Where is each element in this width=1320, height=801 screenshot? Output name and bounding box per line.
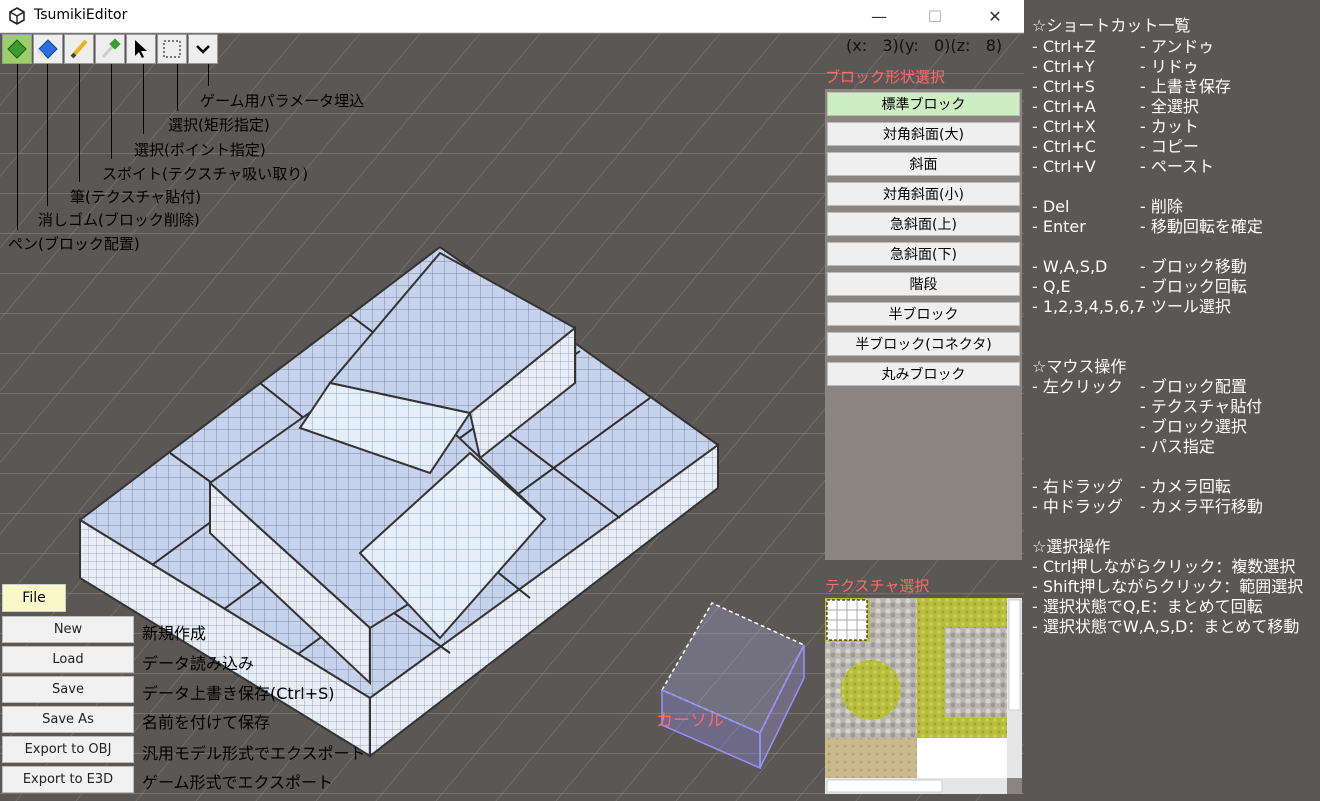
leader-line — [177, 64, 178, 111]
texture-palette[interactable] — [825, 598, 1022, 794]
shape-panel: 標準ブロック 対角斜面(大) 斜面 対角斜面(小) 急斜面(上) 急斜面(下) … — [825, 89, 1022, 560]
leader-line — [17, 64, 18, 230]
shortcut-desc: - ペースト — [1140, 157, 1215, 176]
cursor-label: カーソル — [656, 711, 724, 731]
shape-panel-title: ブロック形状選択 — [825, 68, 946, 86]
shortcut-desc: - ツール選択 — [1140, 297, 1231, 316]
leader-line — [47, 64, 48, 206]
callout-pen: ペン(ブロック配置) — [8, 235, 140, 253]
unity-icon — [9, 7, 25, 25]
brush-tool-button[interactable] — [64, 34, 94, 64]
shape-button-diagonal-small[interactable]: 対角斜面(小) — [827, 182, 1020, 206]
rect-select-tool-button[interactable] — [157, 34, 187, 64]
shortcut-desc: - 移動回転を確定 — [1140, 217, 1263, 236]
window-title: TsumikiEditor — [34, 7, 128, 23]
mouse-row: - パス指定 — [1032, 433, 1215, 457]
save-desc: データ上書き保存(Ctrl+S) — [142, 684, 335, 703]
shape-button-half-connector[interactable]: 半ブロック(コネクタ) — [827, 332, 1020, 356]
shape-button-stairs[interactable]: 階段 — [827, 272, 1020, 296]
callout-rect-select: 選択(矩形指定) — [168, 116, 270, 134]
shortcut-row: - Enter - 移動回転を確定 — [1032, 213, 1263, 237]
export-obj-button[interactable]: Export to OBJ — [2, 736, 134, 763]
chevron-down-icon — [196, 45, 210, 54]
shape-button-half[interactable]: 半ブロック — [827, 302, 1020, 326]
pen-icon — [7, 39, 27, 59]
leader-line — [143, 64, 144, 134]
export-e3d-button[interactable]: Export to E3D — [2, 766, 134, 793]
eyedropper-tool-button[interactable] — [95, 34, 125, 64]
mouse-key: - 中ドラッグ — [1032, 497, 1123, 516]
callout-eraser: 消しゴム(ブロック削除) — [38, 211, 200, 229]
callout-game-params: ゲーム用パラメータ埋込 — [200, 92, 365, 110]
pen-tool-button[interactable] — [2, 34, 32, 64]
minimize-button[interactable]: — — [856, 0, 902, 32]
texture-panel-title: テクスチャ選択 — [825, 577, 930, 595]
new-button[interactable]: New — [2, 616, 134, 643]
shortcut-key: - Enter — [1032, 217, 1086, 236]
callout-eyedropper: スポイト(テクスチャ吸い取り) — [102, 165, 309, 183]
shortcut-row: - Ctrl+V - ペースト — [1032, 153, 1214, 177]
coordinate-readout: (x: 3)(y: 0)(z: 8) — [846, 36, 1003, 55]
rect-select-icon — [163, 40, 181, 58]
texture-panel — [825, 598, 1022, 794]
load-desc: データ読み込み — [142, 654, 255, 673]
eyedropper-icon — [101, 38, 121, 59]
leader-line — [79, 64, 80, 182]
shape-button-steep-upper[interactable]: 急斜面(上) — [827, 212, 1020, 236]
pointer-tool-button[interactable] — [126, 34, 156, 64]
shortcut-row: - 1,2,3,4,5,6,7- ツール選択 — [1032, 293, 1231, 317]
shape-button-standard[interactable]: 標準ブロック — [827, 92, 1020, 116]
file-button[interactable]: File — [2, 584, 66, 612]
eraser-tool-button[interactable] — [33, 34, 63, 64]
callout-brush: 筆(テクスチャ貼付) — [70, 188, 202, 206]
game-params-button[interactable] — [188, 34, 218, 64]
save-as-button[interactable]: Save As — [2, 706, 134, 733]
shortcut-key: - Ctrl+V — [1032, 157, 1096, 176]
export-e3d-desc: ゲーム形式でエクスポート — [142, 773, 334, 792]
shortcut-key: - 1,2,3,4,5,6,7 — [1032, 297, 1145, 316]
eraser-icon — [37, 39, 58, 59]
texture-stone-tile[interactable] — [945, 628, 1007, 718]
shape-button-rounded[interactable]: 丸みブロック — [827, 362, 1020, 386]
close-button[interactable]: ✕ — [972, 0, 1018, 32]
mouse-row: - 中ドラッグ - カメラ平行移動 — [1032, 493, 1263, 517]
new-desc: 新規作成 — [142, 624, 207, 643]
shape-button-steep-lower[interactable]: 急斜面(下) — [827, 242, 1020, 266]
title-bar: TsumikiEditor — ☐ ✕ — [0, 0, 1024, 33]
shape-button-slope[interactable]: 斜面 — [827, 152, 1020, 176]
toolbar — [2, 34, 218, 64]
maximize-button[interactable]: ☐ — [912, 0, 958, 32]
mouse-desc: - パス指定 — [1140, 437, 1215, 456]
callout-point-select: 選択(ポイント指定) — [134, 141, 266, 159]
save-as-desc: 名前を付けて保存 — [142, 713, 271, 732]
load-button[interactable]: Load — [2, 646, 134, 673]
brush-icon — [70, 39, 88, 59]
mouse-desc: - カメラ平行移動 — [1140, 497, 1263, 516]
help-panel: ☆ショートカット一覧 - Ctrl+Z - アンドゥ - Ctrl+Y - リドゥ … — [1024, 0, 1320, 801]
leader-line — [111, 64, 112, 159]
editor-window: TsumikiEditor — ☐ ✕ ゲーム用パラメータ埋込 選択(矩形指定)… — [0, 0, 1024, 801]
texture-sand-tile[interactable] — [825, 738, 917, 778]
save-button[interactable]: Save — [2, 676, 134, 703]
export-obj-desc: 汎用モデル形式でエクスポート — [142, 744, 366, 763]
select-row: - 選択状態でW,A,S,D：まとめて移動 — [1032, 617, 1300, 636]
leader-line — [208, 64, 209, 86]
shape-button-diagonal-large[interactable]: 対角斜面(大) — [827, 122, 1020, 146]
pointer-icon — [135, 40, 147, 58]
